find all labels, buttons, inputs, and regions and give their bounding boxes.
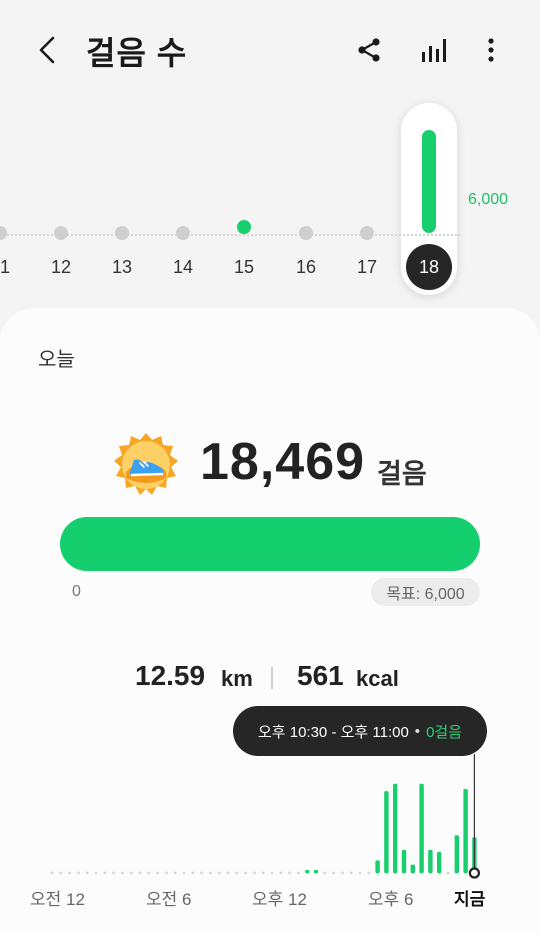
baseline-dot [349,871,353,875]
share-icon [358,38,380,62]
day-bar[interactable] [237,220,251,234]
goal-badge[interactable]: 목표: 6,000 [371,578,480,606]
distance-unit: km [221,666,253,691]
baseline-dot [129,871,133,875]
bar-chart-icon [422,39,446,62]
goal-line-label: 6,000 [468,191,509,208]
hourly-bar[interactable] [393,783,398,873]
tooltip-time-range: 오후 10:30 - 오후 11:00 [257,723,409,741]
day-label[interactable]: 14 [163,257,203,278]
day-label-selected[interactable]: 18 [406,244,452,290]
baseline-dot [165,871,168,875]
baseline-dot [156,871,160,875]
baseline-dot [50,871,54,875]
hourly-bar[interactable] [428,849,433,873]
calories-unit: kcal [356,666,399,691]
hourly-bar[interactable] [401,849,407,873]
hourly-bar[interactable] [410,864,415,873]
baseline-dot [270,871,274,875]
hourly-bar[interactable] [454,835,459,873]
steps-unit: 걸음 [377,459,427,489]
baseline-dot [279,871,283,875]
baseline-dot [59,871,63,875]
baseline-dot [147,871,151,875]
calories-value: 561 [297,660,344,691]
hourly-steps-chart[interactable] [0,740,540,880]
baseline-dot [217,871,221,875]
baseline-dot [191,871,195,875]
baseline-dot [77,871,80,875]
hourly-bar[interactable] [463,789,468,873]
time-label: 오전 12 [30,890,85,909]
baseline-dot [341,871,344,875]
day-label[interactable]: 13 [102,257,142,278]
day-label[interactable]: 17 [347,257,387,278]
goal-line [0,234,460,236]
baseline-dot [112,871,115,875]
baseline-dot [358,871,362,875]
more-options-button[interactable] [471,30,511,70]
baseline-dot [261,871,265,875]
day-label[interactable]: 15 [224,257,264,278]
day-dot[interactable] [0,226,7,240]
chart-cursor-marker[interactable] [468,867,480,879]
time-label: 오후 6 [368,890,414,909]
baseline-dot [332,871,335,875]
baseline-dot [446,871,450,875]
tooltip-steps: 0걸음 [426,723,463,741]
hourly-bar[interactable] [305,870,310,873]
progress-start-label: 0 [72,583,81,600]
stats-divider [271,667,273,689]
baseline-dot [173,871,177,875]
baseline-dot [297,871,300,875]
chart-tooltip: 오후 10:30 - 오후 11:00 • 0걸음 [233,706,487,756]
baseline-dot [209,871,212,875]
baseline-dot [226,871,230,875]
baseline-dot [253,871,256,875]
goal-progress-bar [60,517,480,571]
share-button[interactable] [349,30,389,70]
back-arrow-icon [39,36,55,64]
baseline-dot [68,871,71,875]
baseline-dot [244,871,248,875]
baseline-dot [103,871,107,875]
day-bar[interactable] [422,130,436,233]
day-label[interactable]: 12 [41,257,81,278]
baseline-dot [288,871,291,875]
baseline-dot [323,871,327,875]
app-header: 걸음 수 [0,0,540,100]
baseline-dot [138,871,142,875]
hourly-bar[interactable] [437,852,442,873]
day-label[interactable]: 1 [0,257,25,278]
baseline-dot [367,871,371,875]
baseline-dot [121,871,124,875]
baseline-dot [182,871,186,875]
hourly-bar[interactable] [313,870,319,873]
tooltip-bullet: • [414,722,421,740]
distance-value: 12.59 [135,660,206,691]
page-title: 걸음 수 [86,35,188,71]
day-dot[interactable] [115,226,129,240]
day-label[interactable]: 16 [286,257,326,278]
today-label: 오늘 [38,349,75,371]
trends-button[interactable] [413,30,453,70]
hourly-bar[interactable] [419,783,424,873]
more-vertical-icon [488,38,494,62]
time-label: 오전 6 [146,890,192,909]
hourly-bar[interactable] [384,791,389,873]
sneaker-medal-icon [113,432,179,498]
day-dot[interactable] [360,226,374,240]
hourly-bar[interactable] [375,860,380,873]
day-dot[interactable] [176,226,190,240]
back-button[interactable] [30,30,64,70]
time-label-now: 지금 [454,890,486,909]
baseline-dot [200,871,204,875]
baseline-dot [235,871,239,875]
today-step-count: 18,469 [200,433,366,491]
baseline-dot [94,871,98,875]
baseline-dot [85,871,89,875]
time-label: 오후 12 [252,890,307,909]
day-dot[interactable] [299,226,313,240]
day-dot[interactable] [54,226,68,240]
